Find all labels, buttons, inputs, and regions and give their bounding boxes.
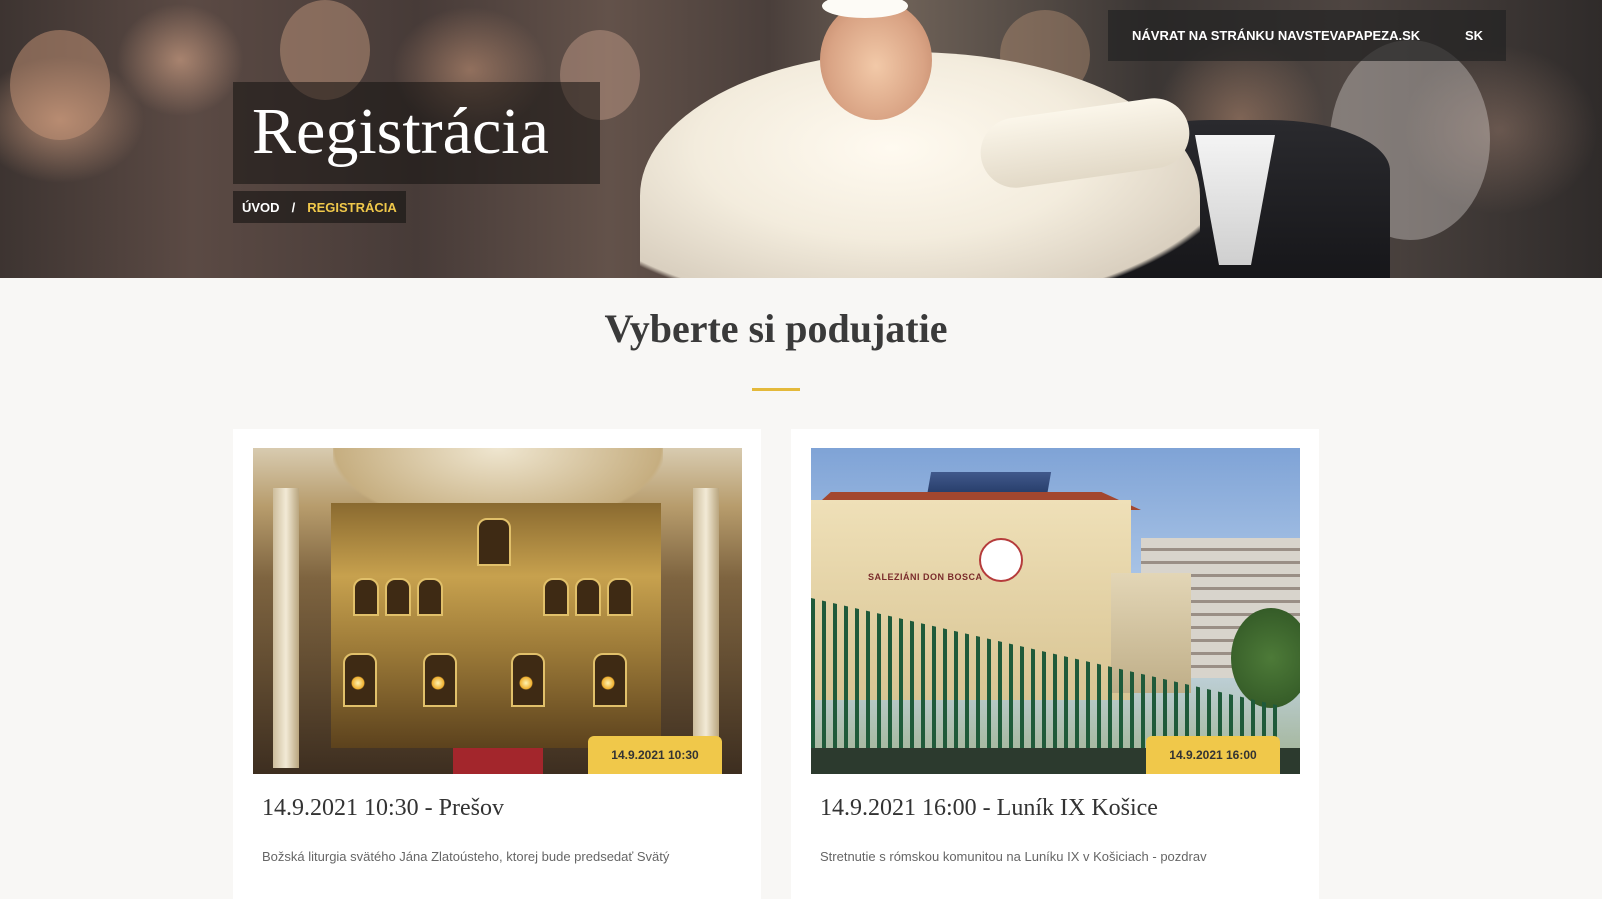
event-description: Božská liturgia svätého Jána Zlatoústeho… (262, 849, 670, 864)
section-title: Vyberte si podujatie (604, 306, 948, 351)
event-image-church[interactable]: 14.9.2021 10:30 (253, 448, 742, 774)
event-image-lunik[interactable]: SALEZIÁNI DON BOSCA 14.9.2021 16:00 (811, 448, 1300, 774)
breadcrumb: ÚVOD / REGISTRÁCIA (233, 191, 406, 223)
event-description: Stretnutie s rómskou komunitou na Luníku… (820, 849, 1207, 864)
breadcrumb-separator: / (291, 199, 296, 215)
title-divider (752, 388, 800, 391)
event-date-badge: 14.9.2021 10:30 (588, 736, 722, 774)
hero-banner: Registrácia ÚVOD / REGISTRÁCIA NÁVRAT NA… (0, 0, 1602, 278)
breadcrumb-current: REGISTRÁCIA (307, 199, 397, 215)
event-title[interactable]: 14.9.2021 10:30 - Prešov (262, 795, 504, 822)
page-title: Registrácia (252, 95, 549, 168)
building-sign: SALEZIÁNI DON BOSCA (868, 572, 983, 582)
event-card-lunik[interactable]: SALEZIÁNI DON BOSCA 14.9.2021 16:00 14.9… (791, 429, 1319, 899)
event-title[interactable]: 14.9.2021 16:00 - Luník IX Košice (820, 795, 1158, 822)
back-to-site-link[interactable]: NÁVRAT NA STRÁNKU NAVSTEVAPAPEZA.SK (1132, 28, 1420, 43)
event-card-presov[interactable]: 14.9.2021 10:30 14.9.2021 10:30 - Prešov… (233, 429, 761, 899)
salesian-logo-icon (979, 538, 1023, 582)
top-bar: NÁVRAT NA STRÁNKU NAVSTEVAPAPEZA.SK SK (1108, 10, 1506, 61)
event-date-badge: 14.9.2021 16:00 (1146, 736, 1280, 774)
language-switch[interactable]: SK (1465, 28, 1483, 43)
breadcrumb-home-link[interactable]: ÚVOD (242, 200, 280, 215)
